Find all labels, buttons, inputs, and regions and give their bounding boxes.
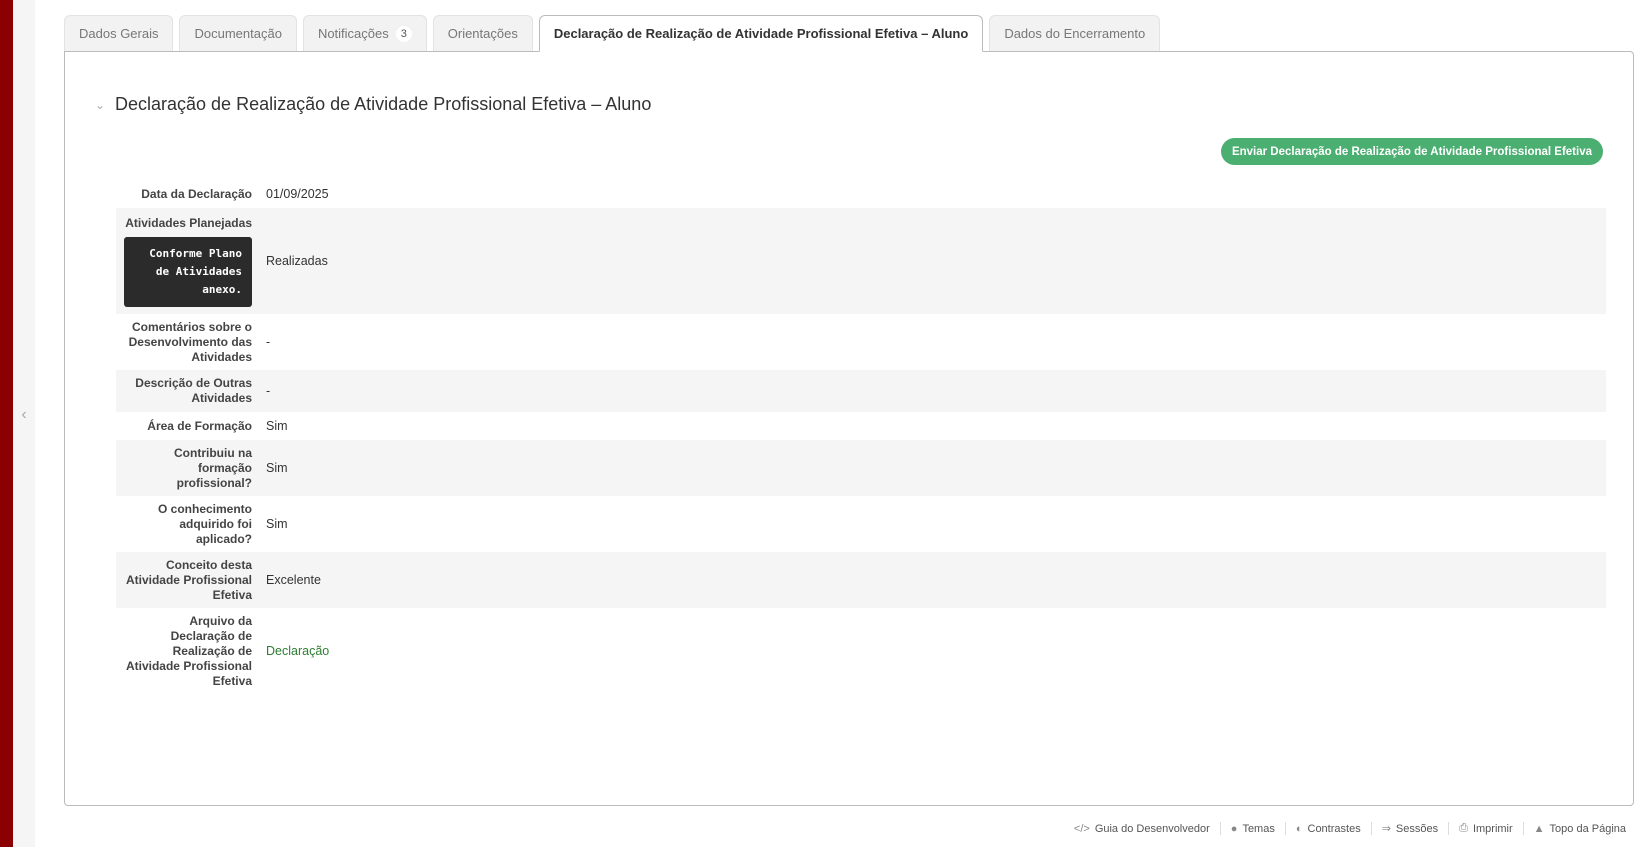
field-label: Conceito desta Atividade Profissional Ef… [125,557,252,602]
field-value: Sim [266,517,288,531]
tab-documentacao[interactable]: Documentação [179,15,297,51]
detail-row: Conceito desta Atividade Profissional Ef… [116,552,1606,608]
send-declaration-button[interactable]: Enviar Declaração de Realização de Ativi… [1220,138,1603,165]
detail-row: Data da Declaração 01/09/2025 [116,180,1606,208]
field-value: Sim [266,461,288,475]
page-footer: </> Guia do Desenvolvedor ● Temas ◐ Contras… [1064,822,1636,835]
footer-top-of-page[interactable]: ▲ Topo da Página [1522,822,1636,835]
sessions-icon: ⇒ [1381,823,1391,835]
declaration-file-link[interactable]: Declaração [266,644,329,658]
detail-row: Arquivo da Declaração de Realização de A… [116,608,1606,694]
field-value: - [266,384,271,398]
detail-row: Descrição de Outras Atividades - [116,370,1606,412]
field-label: Descrição de Outras Atividades [135,376,252,405]
tab-bar: Dados Gerais Documentação Notificações 3 … [64,15,1161,52]
app-side-bar [0,0,13,847]
activities-note: Conforme Plano de Atividades anexo. [124,236,252,307]
field-label-text: Atividades Planejadas [125,215,252,230]
palette-icon: ● [1230,822,1238,835]
tab-notificacoes[interactable]: Notificações 3 [302,15,427,51]
tab-orientacoes[interactable]: Orientações [432,15,533,51]
detail-row: Comentários sobre o Desenvolvimento das … [116,314,1606,370]
footer-contrasts[interactable]: ◐ Contrastes [1284,822,1371,835]
contrast-icon: ◐ [1295,822,1303,835]
section-toggle[interactable]: ⌄ Declaração de Realização de Atividade … [95,94,651,115]
detail-row: Área de Formação Sim [116,412,1606,440]
tab-dados-encerramento[interactable]: Dados do Encerramento [989,15,1161,51]
print-icon: ⎙ [1459,822,1468,834]
tab-dados-gerais[interactable]: Dados Gerais [64,15,174,51]
tab-declaracao-aluno[interactable]: Declaração de Realização de Atividade Pr… [538,15,984,52]
code-icon: </> [1073,822,1090,835]
footer-sessions[interactable]: ⇒ Sessões [1370,822,1448,835]
field-value: Sim [266,419,288,433]
detail-row: Atividades Planejadas Conforme Plano de … [116,208,1606,314]
field-label: Arquivo da Declaração de Realização de A… [125,613,252,688]
field-label: Data da Declaração [141,186,252,201]
footer-dev-guide[interactable]: </> Guia do Desenvolvedor [1064,822,1220,835]
declaration-details: Data da Declaração 01/09/2025 Atividades… [116,180,1606,694]
footer-themes[interactable]: ● Temas [1219,822,1285,835]
field-value: 01/09/2025 [266,187,329,201]
arrow-up-icon: ▲ [1533,822,1545,835]
footer-print[interactable]: ⎙ Imprimir [1448,822,1523,835]
detail-row: O conhecimento adquirido foi aplicado? S… [116,496,1606,552]
notification-count-badge: 3 [395,25,412,42]
tab-panel: ⌄ Declaração de Realização de Atividade … [64,51,1634,806]
field-value: Realizadas [266,254,328,268]
field-label: Contribuiu na formação profissional? [174,445,252,490]
section-title: Declaração de Realização de Atividade Pr… [115,94,652,114]
field-label: Comentários sobre o Desenvolvimento das … [128,319,252,364]
field-value: Declaração [260,608,1606,694]
detail-row: Contribuiu na formação profissional? Sim [116,440,1606,496]
field-label: Atividades Planejadas Conforme Plano de … [116,208,260,314]
field-value: - [266,335,271,349]
chevron-down-icon: ⌄ [95,97,106,112]
field-value: Excelente [266,573,321,587]
field-label: O conhecimento adquirido foi aplicado? [157,501,252,546]
chevron-left-icon[interactable]: ‹ [18,406,30,424]
field-label: Área de Formação [147,418,252,433]
